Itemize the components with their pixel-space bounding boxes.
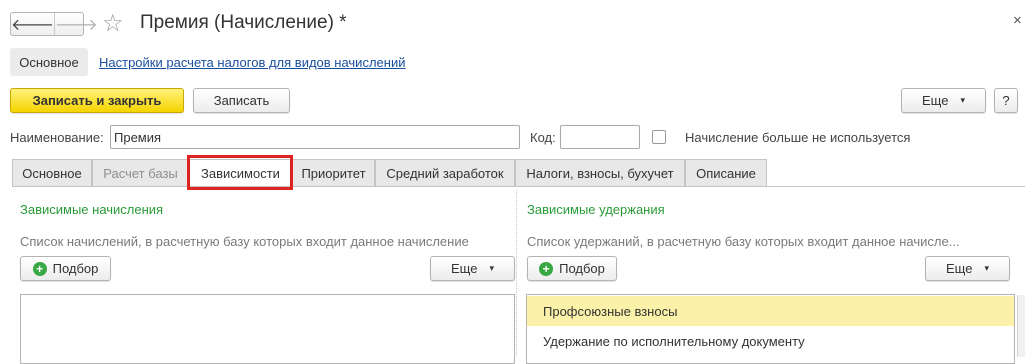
dropdown-caret-icon: ▾ <box>960 95 965 105</box>
tab-main[interactable]: Основное <box>12 159 92 186</box>
tax-settings-link[interactable]: Настройки расчета налогов для видов начи… <box>99 55 405 70</box>
back-arrow-icon[interactable]: 🡐 <box>11 13 55 35</box>
dependent-deductions-list: Профсоюзные взносы Удержание по исполнит… <box>526 294 1015 364</box>
right-more-label: Еще <box>946 261 973 276</box>
right-pick-label: Подбор <box>559 261 605 276</box>
save-and-close-button[interactable]: Записать и закрыть <box>10 88 184 113</box>
dropdown-caret-icon: ▾ <box>489 263 494 273</box>
dependent-accruals-description: Список начислений, в расчетную базу кото… <box>20 234 469 249</box>
tab-divider <box>12 186 1025 187</box>
tab-average-earnings[interactable]: Средний заработок <box>375 159 515 186</box>
help-button[interactable]: ? <box>994 88 1018 113</box>
not-used-label: Начисление больше не используется <box>685 130 911 145</box>
list-item[interactable]: Профсоюзные взносы <box>527 296 1014 326</box>
add-plus-icon: + <box>32 261 47 276</box>
code-label: Код: <box>530 130 556 145</box>
left-pick-button[interactable]: + Подбор <box>20 256 111 281</box>
right-more-button[interactable]: Еще ▾ <box>925 256 1010 281</box>
navigation-buttons: 🡐 🡒 <box>10 12 98 36</box>
tab-priority[interactable]: Приоритет <box>292 159 375 186</box>
window-title: Премия (Начисление) * <box>140 12 347 33</box>
panel-separator <box>516 190 517 357</box>
tab-taxes-accounting[interactable]: Налоги, взносы, бухучет <box>515 159 685 186</box>
dependent-accruals-title: Зависимые начисления <box>20 202 164 217</box>
right-pick-button[interactable]: + Подбор <box>527 256 617 281</box>
name-label: Наименование: <box>10 130 104 145</box>
section-main[interactable]: Основное <box>10 48 88 76</box>
left-more-button[interactable]: Еще ▾ <box>430 256 515 281</box>
close-icon[interactable]: × <box>1013 12 1022 29</box>
not-used-checkbox[interactable] <box>652 130 666 144</box>
dependent-deductions-description: Список удержаний, в расчетную базу котор… <box>527 234 960 249</box>
forward-arrow-icon[interactable]: 🡒 <box>55 13 98 35</box>
scrollbar[interactable] <box>1017 295 1025 357</box>
tab-base-calculation[interactable]: Расчет базы <box>92 159 189 186</box>
left-more-label: Еще <box>451 261 478 276</box>
add-plus-icon: + <box>539 261 554 276</box>
tab-description[interactable]: Описание <box>685 159 767 186</box>
list-item[interactable]: Удержание по исполнительному документу <box>527 326 1014 356</box>
favorite-star-icon[interactable]: ☆ <box>102 10 124 38</box>
name-input[interactable]: Премия <box>110 125 520 149</box>
more-actions-button[interactable]: Еще ▾ <box>901 88 986 113</box>
dropdown-caret-icon: ▾ <box>984 263 989 273</box>
save-button[interactable]: Записать <box>193 88 290 113</box>
code-input[interactable] <box>560 125 640 149</box>
dependent-accruals-list[interactable] <box>20 294 515 364</box>
left-pick-label: Подбор <box>52 261 99 276</box>
more-label: Еще <box>922 93 949 108</box>
dependent-deductions-title: Зависимые удержания <box>527 202 665 217</box>
tab-dependencies[interactable]: Зависимости <box>189 159 292 187</box>
